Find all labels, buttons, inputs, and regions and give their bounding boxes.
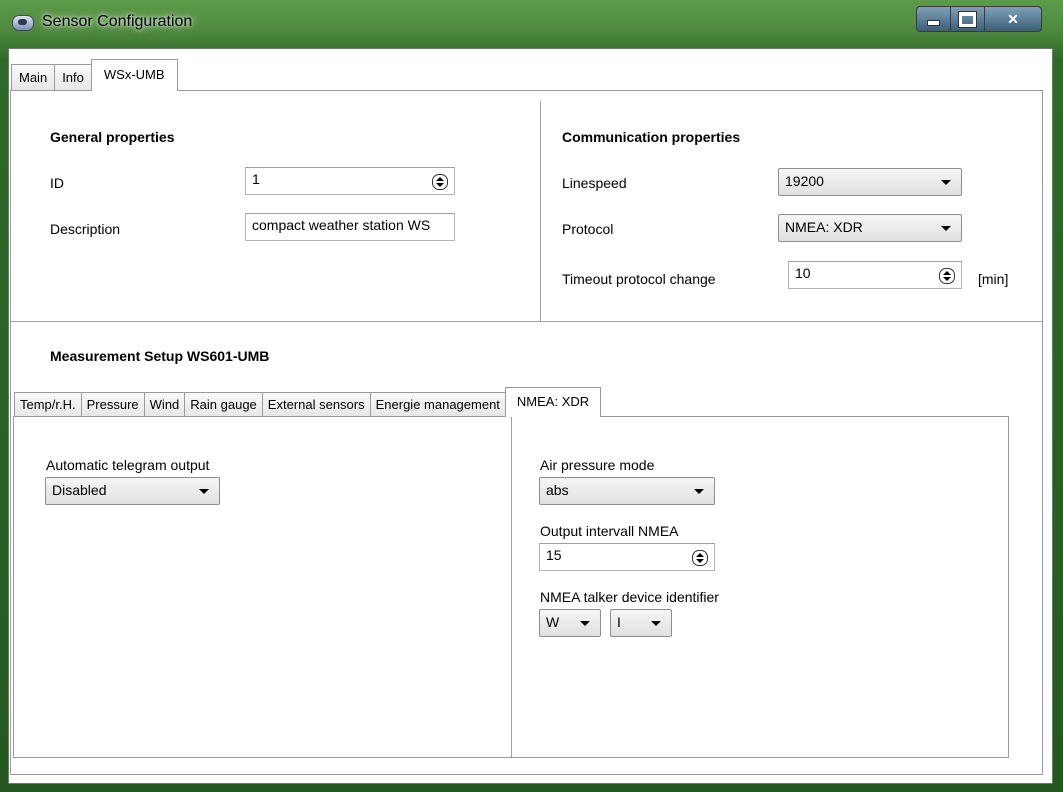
main-tabs: Main Info WSx-UMB — [11, 59, 178, 91]
linespeed-label: Linespeed — [562, 175, 627, 191]
close-icon: ✕ — [1007, 10, 1019, 27]
id-label: ID — [50, 175, 64, 191]
timeout-value: 10 — [795, 265, 811, 281]
maximize-button[interactable] — [951, 6, 985, 32]
dropdown-arrow-icon — [941, 180, 951, 185]
tab-pressure[interactable]: Pressure — [80, 392, 145, 417]
protocol-value: NMEA: XDR — [785, 219, 863, 235]
tab-temp-rh[interactable]: Temp/r.H. — [14, 392, 82, 417]
tab-main[interactable]: Main — [11, 64, 56, 91]
auto-output-value: Disabled — [52, 482, 107, 498]
talker-select-2[interactable]: I — [610, 609, 672, 637]
linespeed-select[interactable]: 19200 — [778, 168, 962, 196]
talker-value-1: W — [546, 614, 560, 630]
dropdown-arrow-icon — [580, 621, 590, 626]
dropdown-arrow-icon — [199, 489, 209, 494]
protocol-label: Protocol — [562, 221, 614, 237]
window: Sensor Configuration ✕ Main Info WSx-UMB… — [0, 0, 1063, 792]
linespeed-value: 19200 — [785, 173, 824, 189]
output-interval-value: 15 — [546, 547, 562, 563]
measurement-setup-title: Measurement Setup WS601-UMB — [50, 348, 270, 364]
wsx-umb-panel: General properties ID 1 Description comp… — [10, 90, 1043, 775]
vertical-divider — [540, 101, 541, 321]
tab-info[interactable]: Info — [54, 64, 92, 91]
talker-value-2: I — [617, 614, 621, 630]
dropdown-arrow-icon — [941, 226, 951, 231]
auto-output-select[interactable]: Disabled — [45, 477, 220, 505]
spinner-icon[interactable] — [939, 268, 955, 284]
title-bar[interactable]: Sensor Configuration ✕ — [0, 0, 1063, 48]
tab-energie-management[interactable]: Energie management — [369, 392, 506, 417]
close-button[interactable]: ✕ — [985, 6, 1042, 32]
tab-wind[interactable]: Wind — [143, 392, 186, 417]
tab-rain-gauge[interactable]: Rain gauge — [184, 392, 263, 417]
timeout-label: Timeout protocol change — [562, 271, 716, 287]
measurement-tabs: Temp/r.H. Pressure Wind Rain gauge Exter… — [14, 387, 602, 417]
timeout-spinner[interactable]: 10 — [788, 261, 962, 289]
id-value: 1 — [252, 171, 260, 187]
timeout-unit: [min] — [978, 271, 1009, 287]
talker-label: NMEA talker device identifier — [540, 589, 719, 605]
dropdown-arrow-icon — [651, 621, 661, 626]
general-properties-title: General properties — [50, 129, 175, 145]
minimize-button[interactable] — [916, 6, 951, 32]
caption-buttons: ✕ — [916, 6, 1042, 32]
output-interval-label: Output intervall NMEA — [540, 523, 679, 539]
protocol-select[interactable]: NMEA: XDR — [778, 214, 962, 242]
nmea-xdr-panel: Automatic telegram output Disabled Air p… — [13, 416, 1009, 758]
client-area: Main Info WSx-UMB General properties ID … — [8, 48, 1053, 784]
tab-wsx-umb[interactable]: WSx-UMB — [90, 59, 178, 91]
id-spinner[interactable]: 1 — [245, 167, 455, 195]
horizontal-divider — [11, 321, 1042, 322]
air-pressure-label: Air pressure mode — [540, 457, 655, 473]
dropdown-arrow-icon — [694, 489, 704, 494]
air-pressure-select[interactable]: abs — [539, 477, 715, 505]
auto-output-label: Automatic telegram output — [46, 457, 210, 473]
tab-nmea-xdr[interactable]: NMEA: XDR — [504, 387, 602, 417]
app-icon[interactable] — [12, 15, 34, 31]
air-pressure-value: abs — [546, 482, 569, 498]
spinner-icon[interactable] — [692, 550, 708, 566]
maximize-icon — [959, 11, 976, 27]
description-field[interactable]: compact weather station WS — [245, 213, 455, 241]
subpanel-divider — [511, 417, 512, 757]
spinner-icon[interactable] — [432, 174, 448, 190]
communication-properties-title: Communication properties — [562, 129, 741, 145]
description-label: Description — [50, 221, 121, 237]
talker-select-1[interactable]: W — [539, 609, 601, 637]
tab-external-sensors[interactable]: External sensors — [261, 392, 371, 417]
output-interval-spinner[interactable]: 15 — [539, 543, 715, 571]
window-title: Sensor Configuration — [42, 13, 193, 30]
minimize-icon — [927, 20, 940, 26]
